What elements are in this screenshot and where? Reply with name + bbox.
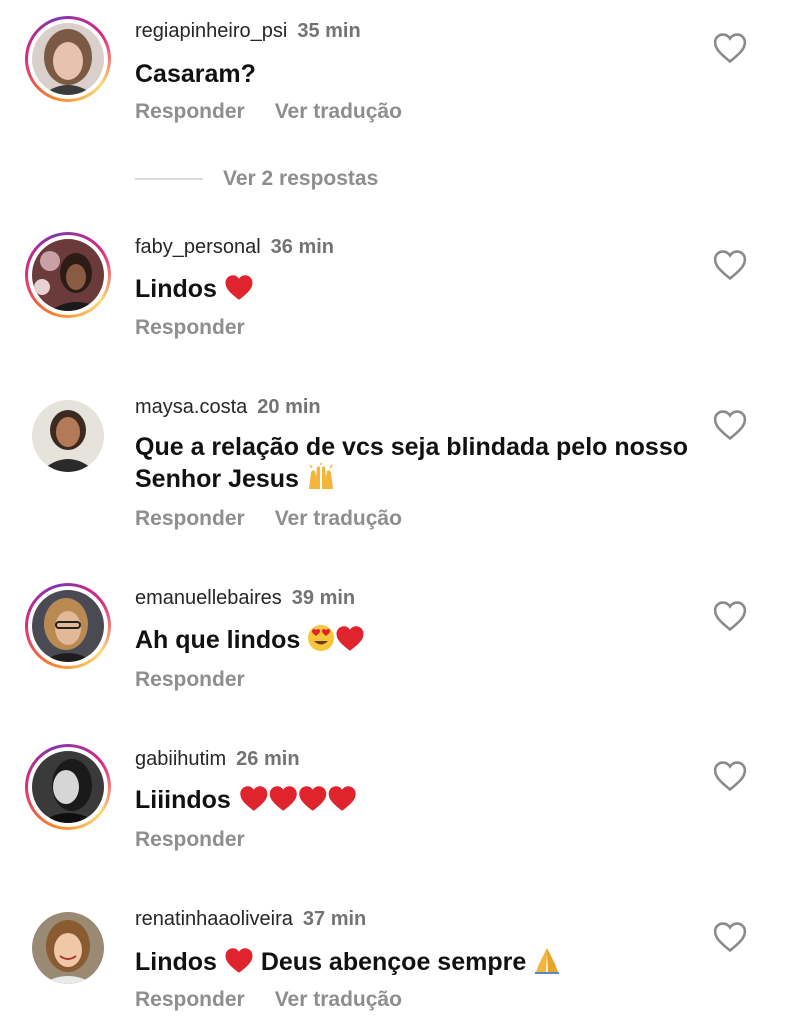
heart-outline-icon[interactable]	[713, 32, 747, 64]
timestamp: 26 min	[236, 748, 300, 770]
comment-text: Que a relação de vcs seja blindada pelo …	[135, 432, 695, 495]
comment-text: Liiindos	[135, 785, 695, 816]
comment-text: Lindos Deus abençoe sempre	[135, 946, 695, 978]
heart-outline-icon[interactable]	[713, 600, 747, 632]
view-replies-button[interactable]: Ver 2 respostas	[135, 167, 378, 191]
username[interactable]: renatinhaaoliveira	[135, 908, 293, 930]
comment-actions: Responder	[135, 316, 275, 340]
comment-text: Casaram?	[135, 60, 256, 88]
comment-actions: Responder	[135, 828, 275, 852]
avatar	[32, 751, 104, 823]
divider-line	[135, 178, 203, 180]
heart-outline-icon[interactable]	[713, 760, 747, 792]
comment-meta: maysa.costa 20 min	[135, 396, 321, 419]
heart-outline-icon[interactable]	[713, 409, 747, 441]
comment-meta: renatinhaaoliveira 37 min	[135, 908, 366, 931]
red-heart-emoji	[336, 626, 364, 651]
reply-button[interactable]: Responder	[135, 668, 245, 691]
username[interactable]: emanuellebaires	[135, 587, 282, 609]
comment-text-content: Ah que lindos	[135, 626, 301, 654]
raising-hands-emoji	[308, 463, 333, 489]
comment-text-line-2: Senhor Jesus	[135, 465, 299, 493]
heart-outline-icon[interactable]	[713, 921, 747, 953]
comment-meta: faby_personal 36 min	[135, 236, 334, 259]
timestamp: 35 min	[297, 20, 361, 42]
folded-hands-emoji	[535, 948, 560, 974]
comment-meta: regiapinheiro_psi 35 min	[135, 20, 361, 43]
see-translation-button[interactable]: Ver tradução	[275, 100, 402, 123]
avatar	[32, 912, 104, 984]
timestamp: 36 min	[270, 236, 335, 258]
comment-text: Ah que lindos	[135, 624, 695, 656]
reply-button[interactable]: Responder	[135, 507, 245, 530]
avatar-story-ring[interactable]	[25, 16, 111, 102]
comment-text-part-1: Lindos	[135, 948, 217, 976]
comment-meta: gabiihutim 26 min	[135, 748, 300, 771]
comment-text-part-2: Deus abençoe sempre	[260, 948, 527, 976]
username[interactable]: gabiihutim	[135, 748, 226, 770]
timestamp: 20 min	[257, 396, 321, 418]
comment-meta: emanuellebaires 39 min	[135, 587, 355, 610]
avatar	[32, 239, 104, 311]
comment-actions: Responder	[135, 668, 275, 692]
avatar-story-ring[interactable]	[25, 583, 111, 669]
timestamp: 37 min	[302, 908, 367, 930]
see-translation-button[interactable]: Ver tradução	[275, 988, 402, 1011]
heart-eyes-emoji	[308, 625, 335, 651]
avatar	[32, 23, 104, 95]
reply-button[interactable]: Responder	[135, 100, 245, 123]
reply-button[interactable]: Responder	[135, 316, 245, 339]
reply-button[interactable]: Responder	[135, 988, 245, 1011]
red-heart-emoji	[225, 948, 253, 973]
avatar	[32, 590, 104, 662]
timestamp: 39 min	[291, 587, 356, 609]
see-translation-button[interactable]: Ver tradução	[275, 507, 402, 530]
comment-actions: Responder Ver tradução	[135, 507, 432, 531]
username[interactable]: maysa.costa	[135, 396, 247, 418]
avatar-container[interactable]	[25, 905, 111, 991]
comment-text-content: Liiindos	[135, 786, 231, 814]
red-heart-emoji	[240, 786, 356, 811]
avatar	[32, 400, 104, 472]
comment-text: Lindos	[135, 274, 695, 305]
reply-button[interactable]: Responder	[135, 828, 245, 851]
avatar-container[interactable]	[25, 393, 111, 479]
username[interactable]: faby_personal	[135, 236, 261, 258]
avatar-story-ring[interactable]	[25, 232, 111, 318]
comment-text-content: Lindos	[135, 275, 217, 303]
view-replies-label: Ver 2 respostas	[223, 167, 379, 190]
username[interactable]: regiapinheiro_psi	[135, 20, 287, 42]
avatar-story-ring[interactable]	[25, 744, 111, 830]
comment-text-line-1: Que a relação de vcs seja blindada pelo …	[135, 433, 688, 461]
heart-outline-icon[interactable]	[713, 249, 747, 281]
red-heart-emoji	[225, 275, 253, 300]
comment-actions: Responder Ver tradução	[135, 100, 432, 124]
comment-actions: Responder Ver tradução	[135, 988, 432, 1012]
